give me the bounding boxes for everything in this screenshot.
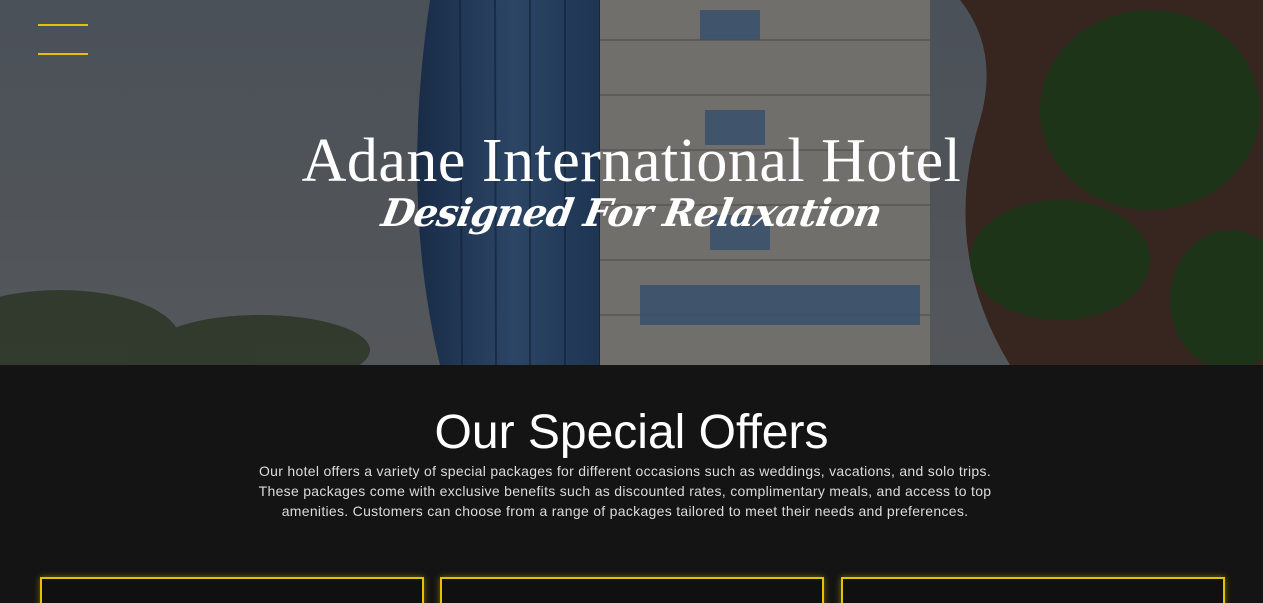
hamburger-menu-icon[interactable] [38,24,88,56]
menu-line-bottom [38,53,88,55]
offer-card[interactable] [40,577,424,603]
hero-tagline: Designed For Relaxation [378,190,885,235]
section-description: Our hotel offers a variety of special pa… [258,463,992,519]
menu-line-top [38,24,88,26]
special-offers-section: Our Special Offers Our hotel offers a va… [0,365,1263,603]
hero-title: Adane International Hotel [301,127,962,195]
offer-card[interactable] [440,577,824,603]
hero-section: Adane International Hotel Designed For R… [0,0,1263,365]
section-title: Our Special Offers [434,406,829,459]
page: Adane International Hotel Designed For R… [0,0,1263,603]
offer-card[interactable] [841,577,1225,603]
